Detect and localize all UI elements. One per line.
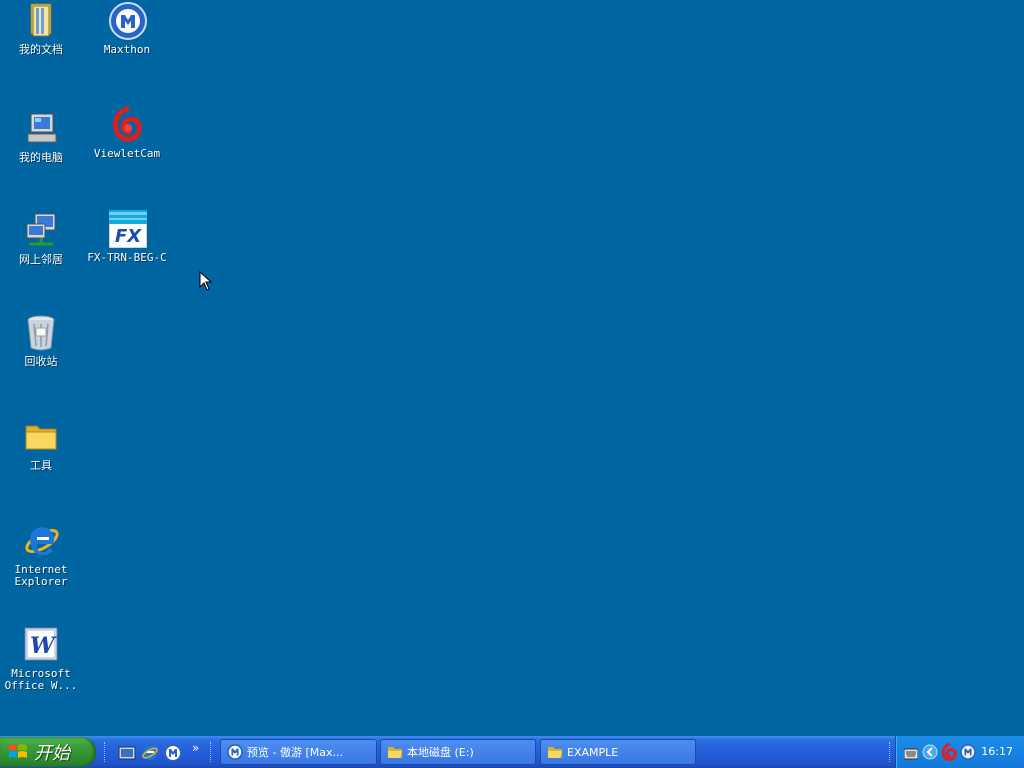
keyboard-icon[interactable] bbox=[903, 745, 919, 764]
recycle-bin-icon bbox=[23, 314, 59, 352]
task-maxthon-preview[interactable]: 预览 - 傲游 [Max... bbox=[220, 739, 377, 765]
quicklaunch-maxthon-icon[interactable] bbox=[164, 744, 182, 762]
maxthon-tray-icon[interactable] bbox=[960, 744, 976, 764]
desktop-icon-internet-explorer[interactable]: Internet Explorer bbox=[0, 522, 86, 588]
desktop-icon-my-computer[interactable]: 我的电脑 bbox=[0, 110, 86, 164]
desktop-icon-fx-trn-beg-c[interactable]: FX FX-TRN-BEG-C bbox=[82, 209, 172, 264]
task-label: 本地磁盘 (E:) bbox=[407, 746, 474, 759]
desktop-icon-recycle-bin[interactable]: 回收站 bbox=[0, 314, 86, 368]
show-desktop-icon[interactable] bbox=[118, 744, 136, 762]
task-local-disk-e[interactable]: 本地磁盘 (E:) bbox=[380, 739, 536, 765]
svg-text:W: W bbox=[30, 633, 57, 659]
desktop-icon-maxthon[interactable]: Maxthon bbox=[82, 2, 172, 56]
desktop: 我的文档 Maxthon 我的电脑 ViewletCam 网上邻居 FX FX-… bbox=[0, 0, 1024, 736]
maxthon-task-icon bbox=[227, 744, 243, 760]
maxthon-icon bbox=[109, 2, 147, 40]
mouse-cursor-icon bbox=[199, 270, 213, 295]
viewletcam-icon bbox=[109, 105, 145, 144]
word-icon: W bbox=[23, 626, 59, 664]
taskbar-grip[interactable] bbox=[210, 742, 213, 762]
clock[interactable]: 16:17 bbox=[981, 745, 1013, 758]
desktop-icon-my-documents[interactable]: 我的文档 bbox=[0, 2, 86, 56]
network-places-icon bbox=[23, 212, 59, 250]
desktop-icon-microsoft-word[interactable]: W Microsoft Office W... bbox=[0, 626, 86, 692]
internet-explorer-icon bbox=[23, 522, 59, 560]
folder-open-icon bbox=[388, 747, 402, 758]
my-documents-icon bbox=[23, 2, 59, 40]
svg-text:FX: FX bbox=[115, 226, 142, 247]
task-label: 预览 - 傲游 [Max... bbox=[247, 746, 343, 759]
task-example-folder[interactable]: EXAMPLE bbox=[540, 739, 696, 765]
start-label: 开始 bbox=[34, 743, 70, 764]
start-button[interactable]: 开始 bbox=[0, 737, 96, 767]
system-tray: 16:17 bbox=[895, 736, 1024, 768]
viewletcam-tray-icon[interactable] bbox=[941, 742, 957, 765]
tray-grip bbox=[889, 742, 892, 762]
desktop-icon-tools-folder[interactable]: 工具 bbox=[0, 418, 86, 472]
quicklaunch-grip[interactable] bbox=[104, 742, 107, 762]
desktop-icon-viewletcam[interactable]: ViewletCam bbox=[82, 105, 172, 160]
quicklaunch-ie-icon[interactable] bbox=[141, 744, 159, 762]
folder-icon bbox=[23, 418, 59, 456]
taskbar: 开始 » 预览 - 傲游 [Max... 本地磁盘 (E:) EXAMPLE 1… bbox=[0, 736, 1024, 768]
fx-trn-icon: FX bbox=[108, 209, 148, 249]
my-computer-icon bbox=[23, 110, 59, 148]
windows-flag-icon bbox=[8, 743, 28, 761]
task-label: EXAMPLE bbox=[567, 745, 619, 759]
show-hidden-icons-chevron-icon[interactable] bbox=[922, 744, 938, 764]
folder-open-icon bbox=[548, 747, 562, 758]
desktop-icon-network-places[interactable]: 网上邻居 bbox=[0, 212, 86, 266]
quicklaunch-overflow[interactable]: » bbox=[192, 741, 199, 755]
